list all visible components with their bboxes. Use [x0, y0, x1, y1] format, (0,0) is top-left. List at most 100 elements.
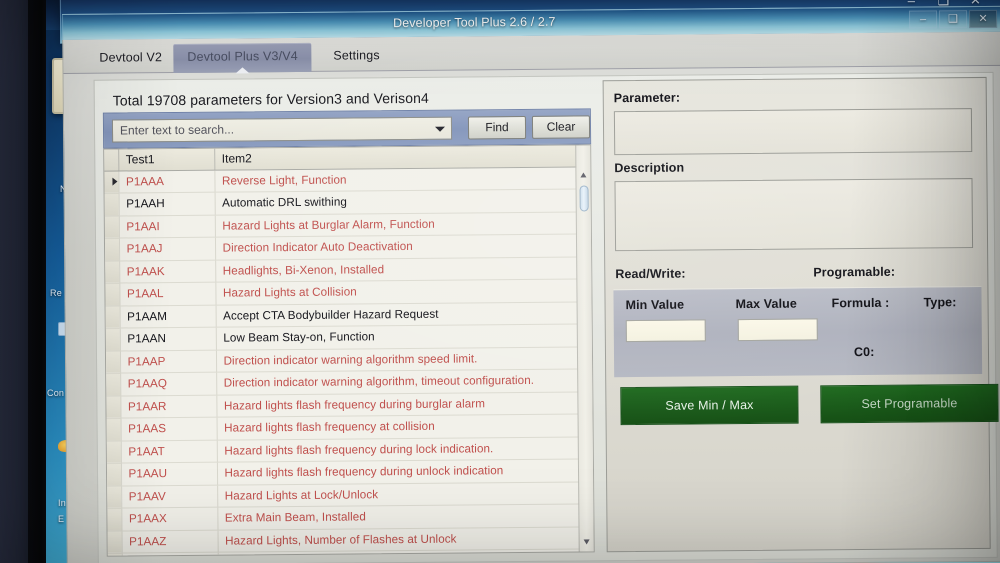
tab-devtool-plus-v3-v4[interactable]: Devtool Plus V3/V4 [173, 42, 312, 74]
window-controls: – ❑ ✕ [909, 9, 998, 29]
cell-test1: P1AAU [120, 462, 218, 486]
cell-test1: P1AAP [119, 349, 217, 374]
row-selector-cell[interactable] [104, 215, 119, 239]
tab-devtool-plus-label: Devtool Plus V3/V4 [187, 48, 298, 64]
cell-test1: P1AAX [121, 507, 218, 531]
chevron-up-icon [580, 172, 587, 178]
parameter-field[interactable] [613, 108, 973, 156]
cell-item2: Extra Main Beam, Installed [217, 504, 580, 530]
desktop-icon-label-4[interactable]: E [58, 514, 64, 524]
row-selector-cell[interactable] [105, 305, 120, 329]
cell-test1: P1AAS [120, 417, 217, 441]
c0-label: C0: [853, 344, 875, 360]
cell-test1: P1AAZ [121, 529, 218, 553]
row-selector-cell[interactable] [105, 283, 120, 306]
cell-item2: Headlights, Bi-Xenon, Installed [215, 256, 578, 283]
tab-active-notch [235, 67, 250, 74]
column-header-selector[interactable] [104, 149, 119, 171]
row-selector-cell[interactable] [104, 238, 120, 261]
cell-test1: P1ABB [121, 552, 218, 557]
cell-test1: P1AAA [118, 169, 215, 194]
row-selector-cell[interactable] [106, 418, 121, 441]
maximize-button[interactable]: ❑ [939, 10, 968, 29]
row-selector-cell[interactable] [107, 552, 122, 557]
clear-button[interactable]: Clear [531, 115, 591, 139]
grid-vertical-scrollbar[interactable] [575, 145, 594, 552]
search-placeholder: Enter text to search... [119, 122, 235, 138]
cell-test1: P1AAK [119, 259, 216, 284]
parameter-label: Parameter: [613, 90, 681, 106]
cell-test1: P1AAQ [120, 372, 217, 396]
type-label: Type: [923, 295, 957, 310]
min-value-input[interactable] [625, 319, 706, 343]
row-selector-cell[interactable] [106, 395, 121, 419]
application-window: Developer Tool Plus 2.6 / 2.7 – ❑ ✕ Devt… [62, 5, 1000, 563]
cell-item2: Automatic DRL swithing [214, 189, 577, 215]
row-selector-cell[interactable] [106, 463, 122, 486]
row-selector-cell[interactable] [105, 328, 120, 351]
cell-item2: Reverse Light, Function [214, 166, 577, 193]
cell-item2: Low Beam Stay-on, Function [215, 324, 578, 350]
window-body: Devtool V2 Devtool Plus V3/V4 Settings T… [62, 31, 1000, 563]
close-button[interactable]: ✕ [969, 9, 998, 29]
value-band: Min Value Max Value Formula : Type: C0: [613, 285, 983, 378]
cell-test1: P1AAV [121, 484, 218, 509]
cell-test1: P1AAR [120, 394, 217, 419]
row-selector-cell[interactable] [104, 170, 119, 194]
search-input[interactable]: Enter text to search... [111, 116, 453, 143]
row-selector-cell[interactable] [105, 260, 120, 284]
cell-item2: Hazard Lights at Collision [215, 279, 578, 305]
row-selector-cell[interactable] [107, 508, 122, 531]
description-field[interactable] [614, 178, 974, 252]
row-selector-cell[interactable] [106, 373, 121, 396]
cell-item2: Hazard lights flash frequency during loc… [216, 436, 579, 463]
page-surface: Total 19708 parameters for Version3 and … [93, 71, 999, 563]
tab-settings[interactable]: Settings [319, 42, 394, 72]
row-selector-cell[interactable] [104, 193, 119, 216]
cell-item2: Hazard Lights, Number of Flashes at Unlo… [217, 526, 580, 553]
row-selector-cell[interactable] [105, 350, 121, 374]
scrollbar-thumb[interactable] [579, 185, 589, 212]
readwrite-label: Read/Write: [615, 266, 686, 282]
parameters-table: Test1 Item2 P1AAA Reverse Light, Function… [104, 145, 580, 557]
max-value-label: Max Value [735, 296, 797, 312]
save-min-max-button[interactable]: Save Min / Max [620, 385, 799, 426]
cell-item2: Direction indicator warning algorithm, t… [216, 369, 579, 395]
row-selector-cell[interactable] [107, 485, 122, 509]
cell-item2: Direction Indicator Auto Deactivation [214, 234, 578, 260]
row-selector-cell[interactable] [106, 440, 121, 464]
max-value-input[interactable] [737, 318, 818, 342]
row-selector-cell[interactable] [107, 530, 122, 554]
parameters-grid[interactable]: Test1 Item2 P1AAA Reverse Light, Function… [103, 144, 595, 557]
search-toolbar: Enter text to search... Find Clear [102, 108, 592, 149]
scroll-up-button[interactable] [576, 167, 590, 182]
description-label: Description [614, 160, 685, 176]
chevron-down-icon[interactable] [434, 126, 446, 132]
programable-label: Programable: [813, 264, 896, 280]
cell-item2: Hazard lights flash frequency during unl… [216, 459, 580, 485]
minimize-button[interactable]: – [909, 10, 938, 29]
window-title: Developer Tool Plus 2.6 / 2.7 [393, 14, 556, 31]
set-programable-button[interactable]: Set Programable [820, 383, 999, 424]
cell-test1: P1AAL [119, 282, 216, 306]
cell-item2: Hazard Lights at Burglar Alarm, Function [214, 211, 577, 238]
monitor-bezel [0, 0, 30, 563]
cell-test1: P1AAI [118, 214, 215, 239]
page-title: Total 19708 parameters for Version3 and … [112, 89, 429, 109]
cell-item2: Hazard lights flash frequency at collisi… [216, 414, 579, 440]
cell-test1: P1AAN [119, 327, 216, 351]
desktop-icon-label-3[interactable]: In [58, 498, 66, 508]
tab-devtool-v2[interactable]: Devtool V2 [85, 44, 176, 74]
desktop-icon-label-1[interactable]: Re [50, 288, 62, 298]
cell-item2: Direction indicator warning algorithm sp… [215, 346, 579, 373]
detail-panel: Parameter: Description Read/Write: Progr… [602, 76, 999, 553]
find-button[interactable]: Find [467, 115, 527, 140]
table-body: P1AAA Reverse Light, Function P1AAH Automat… [104, 166, 580, 557]
column-header-test1[interactable]: Test1 [118, 148, 215, 171]
cell-test1: P1AAT [120, 439, 217, 464]
cell-item2: Hazard Lights at Lock/Unlock [217, 481, 580, 508]
monitor-photo: N Re Con In E – ❑ ✕ Developer Tool Plus … [0, 0, 1000, 563]
scroll-down-button[interactable] [580, 534, 594, 549]
desktop-icon-label-2[interactable]: Con [47, 388, 64, 398]
formula-label: Formula : [831, 295, 890, 311]
